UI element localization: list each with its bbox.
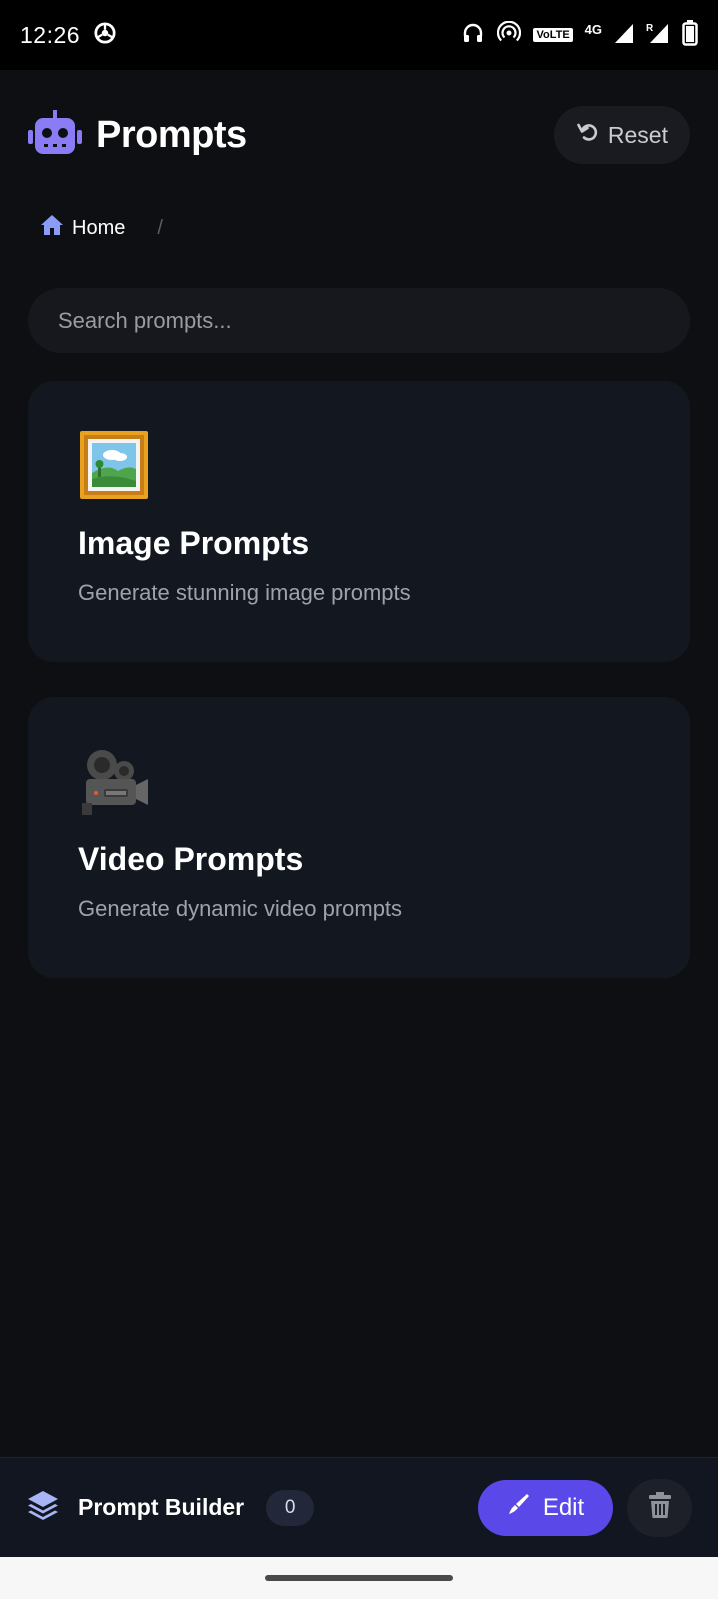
headset-icon xyxy=(461,21,485,50)
roaming-signal-icon: R xyxy=(646,22,670,49)
breadcrumb-separator: / xyxy=(157,216,163,239)
battery-icon xyxy=(682,19,698,51)
edit-label: Edit xyxy=(542,1493,585,1521)
prompt-count-badge: 0 xyxy=(266,1489,315,1526)
edit-button[interactable]: Edit xyxy=(478,1479,613,1536)
delete-button[interactable] xyxy=(627,1478,692,1537)
undo-icon xyxy=(576,120,600,150)
movie-camera-icon xyxy=(78,745,150,817)
roaming-label: R xyxy=(646,23,654,34)
app-header: Prompts Reset xyxy=(0,70,718,200)
signal-icon xyxy=(614,22,634,49)
breadcrumb: Home / xyxy=(40,208,163,248)
brand: Prompts xyxy=(28,109,247,161)
prompt-builder-label: Prompt Builder xyxy=(78,1494,245,1520)
status-bar: 12:26 VoLTE 4G R xyxy=(0,0,718,70)
home-indicator[interactable] xyxy=(265,1575,453,1581)
card-title: Video Prompts xyxy=(78,841,304,877)
status-right: VoLTE 4G R xyxy=(461,19,698,51)
prompt-builder-bar: Prompt Builder 0 Edit xyxy=(0,1457,718,1557)
card-description: Generate dynamic video prompts xyxy=(78,896,403,921)
framed-picture-icon xyxy=(78,429,150,501)
home-icon xyxy=(40,214,64,242)
search-input[interactable] xyxy=(28,288,690,353)
hotspot-icon xyxy=(497,20,522,50)
trash-icon xyxy=(648,1492,671,1523)
image-prompts-card[interactable]: Image Prompts Generate stunning image pr… xyxy=(28,381,690,662)
layers-icon xyxy=(26,1488,60,1527)
video-prompts-card[interactable]: Video Prompts Generate dynamic video pro… xyxy=(28,697,690,978)
reset-label: Reset xyxy=(607,121,668,148)
breadcrumb-home[interactable]: Home xyxy=(40,214,125,242)
page-title: Prompts xyxy=(96,113,247,156)
network-type: 4G xyxy=(584,21,602,37)
status-left: 12:26 xyxy=(20,22,116,49)
card-title: Image Prompts xyxy=(78,525,310,561)
robot-icon xyxy=(28,109,82,161)
gesture-nav-area xyxy=(0,1557,718,1599)
volte-badge: VoLTE xyxy=(533,28,573,42)
card-description: Generate stunning image prompts xyxy=(78,580,411,605)
breadcrumb-home-label: Home xyxy=(72,216,126,239)
chrome-icon xyxy=(94,21,116,49)
status-time: 12:26 xyxy=(20,21,81,48)
pen-icon xyxy=(507,1492,531,1523)
reset-button[interactable]: Reset xyxy=(553,106,690,164)
